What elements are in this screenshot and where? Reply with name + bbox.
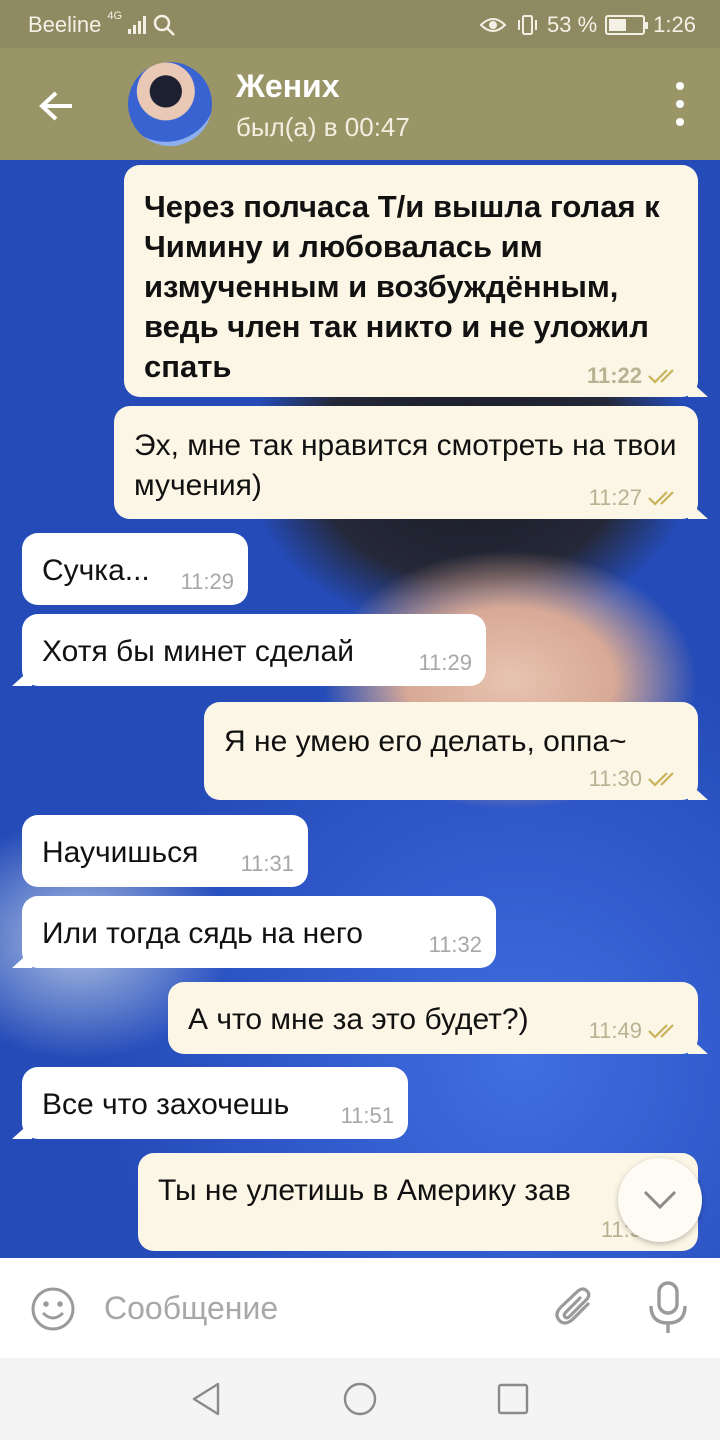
message-text: Научишься <box>42 836 199 869</box>
message-text: Ты не улетишь в Америку зав <box>158 1174 571 1207</box>
message-bubble-incoming[interactable]: Хотя бы минет сделай 11:29 <box>22 614 486 686</box>
scroll-to-bottom-button[interactable] <box>618 1158 702 1242</box>
message-meta: 11:30 <box>589 768 682 790</box>
read-ticks-icon <box>648 491 674 506</box>
message-time: 11:31 <box>240 851 294 876</box>
message-time: 11:49 <box>588 1018 642 1043</box>
chevron-down-icon <box>643 1190 677 1210</box>
message-bubble-outgoing[interactable]: Эх, мне так нравится смотреть на твои му… <box>114 406 698 519</box>
message-text: А что мне за это будет?) <box>188 1003 529 1036</box>
message-time: 11:29 <box>418 650 472 675</box>
message-time: 11:22 <box>586 363 642 388</box>
read-ticks-icon <box>648 772 674 787</box>
nav-home-icon[interactable] <box>341 1380 379 1418</box>
chat-header: Жених был(а) в 00:47 <box>0 48 720 160</box>
more-menu-button[interactable] <box>670 82 690 126</box>
message-text: Сучка... <box>42 554 150 587</box>
clock: 1:26 <box>653 12 696 37</box>
message-bubble-incoming[interactable]: Все что захочешь 11:51 <box>22 1067 408 1139</box>
message-meta: 11:32 <box>429 934 482 956</box>
last-seen-status: был(а) в 00:47 <box>236 112 410 142</box>
system-navigation-bar <box>0 1358 720 1440</box>
read-ticks-icon <box>648 369 674 384</box>
message-bubble-incoming[interactable]: Научишься 11:31 <box>22 815 308 887</box>
message-meta: 11:31 <box>241 853 294 875</box>
message-meta: 11:22 <box>587 365 682 387</box>
battery-percent: 53 % <box>547 12 598 37</box>
message-meta: 11:29 <box>419 652 472 674</box>
message-text: Хотя бы минет сделай <box>42 635 354 668</box>
message-time: 11:32 <box>428 932 482 957</box>
message-text: Я не умею его делать, оппа~ <box>224 725 627 758</box>
emoji-icon[interactable] <box>30 1286 76 1332</box>
search-icon <box>153 14 175 36</box>
message-meta: 11:29 <box>181 571 234 593</box>
nav-back-icon[interactable] <box>188 1380 226 1418</box>
message-bubble-outgoing[interactable]: Через полчаса Т/и вышла голая к Чимину и… <box>124 165 698 397</box>
signal-icon <box>128 16 147 34</box>
message-text: Или тогда сядь на него <box>42 917 363 950</box>
message-bubble-incoming[interactable]: Или тогда сядь на него 11:32 <box>22 896 496 968</box>
message-composer: Сообщение <box>0 1258 720 1358</box>
message-text: Через полчаса Т/и вышла голая к Чимину и… <box>144 189 660 384</box>
status-bar: Beeline 4G 53 % 1:26 <box>0 0 720 48</box>
message-input[interactable]: Сообщение <box>104 1290 278 1327</box>
microphone-icon[interactable] <box>646 1280 690 1336</box>
message-time: 11:27 <box>588 485 642 510</box>
back-button[interactable] <box>28 78 84 134</box>
message-time: 11:30 <box>588 766 642 791</box>
message-bubble-incoming[interactable]: Сучка... 11:29 <box>22 533 248 605</box>
avatar[interactable] <box>128 62 212 146</box>
network-type: 4G <box>107 10 123 22</box>
message-bubble-outgoing[interactable]: А что мне за это будет?) 11:49 <box>168 982 698 1054</box>
paperclip-icon[interactable] <box>552 1284 600 1332</box>
arrow-left-icon <box>39 91 72 121</box>
message-bubble-outgoing[interactable]: Я не умею его делать, оппа~ 11:30 <box>204 702 698 800</box>
chat-title[interactable]: Жених <box>236 68 340 105</box>
carrier-name: Beeline <box>28 12 102 37</box>
eye-icon <box>479 18 507 32</box>
message-text: Все что захочешь <box>42 1088 290 1121</box>
more-vertical-icon <box>676 82 684 90</box>
message-meta: 11:49 <box>589 1020 682 1042</box>
message-bubble-outgoing[interactable]: Ты не улетишь в Америку зав 11:5 <box>138 1153 698 1251</box>
read-ticks-icon <box>648 1024 674 1039</box>
message-meta: 11:27 <box>589 487 682 509</box>
message-time: 11:51 <box>340 1103 394 1128</box>
message-time: 11:29 <box>180 569 234 594</box>
nav-recents-icon[interactable] <box>494 1380 532 1418</box>
vibrate-icon <box>518 15 538 35</box>
message-meta: 11:51 <box>341 1105 394 1127</box>
battery-icon <box>605 15 649 35</box>
